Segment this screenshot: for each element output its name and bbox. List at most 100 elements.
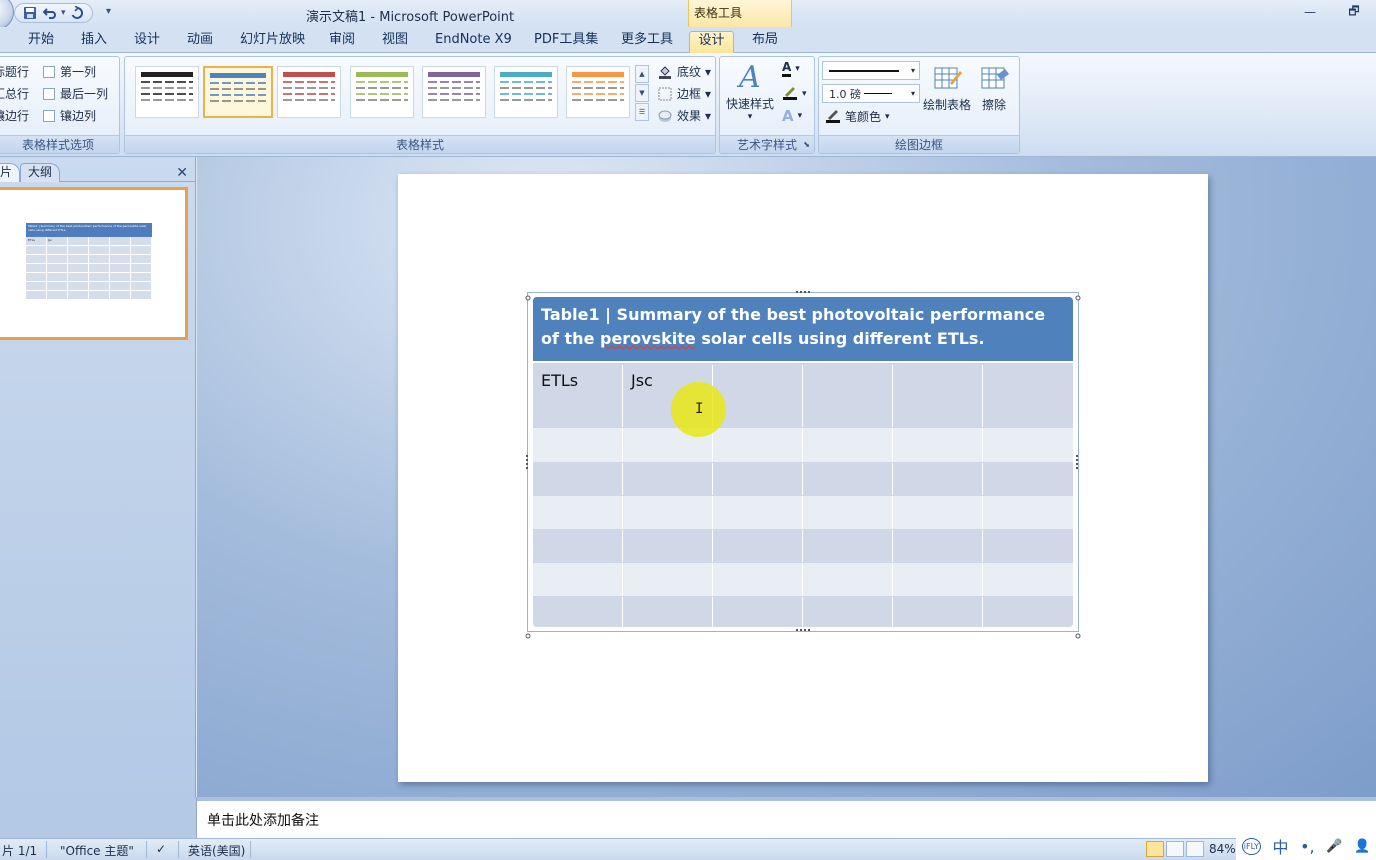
text-effects-button[interactable]: A ▾: [782, 107, 802, 125]
tab-slides[interactable]: 片: [0, 163, 21, 182]
table-cell[interactable]: [983, 597, 1073, 627]
table-style-thumb[interactable]: [277, 66, 341, 118]
table-cell[interactable]: [803, 365, 893, 427]
resize-handle[interactable]: [525, 628, 531, 639]
minimize-button[interactable]: —: [1288, 0, 1332, 24]
table-cell[interactable]: [983, 563, 1073, 596]
table-cell[interactable]: [623, 597, 713, 627]
checkbox[interactable]: [43, 65, 55, 78]
notes-pane[interactable]: 单击此处添加备注: [197, 797, 1376, 838]
slide-sorter-icon[interactable]: [1166, 841, 1184, 857]
table-cell[interactable]: [803, 496, 893, 529]
table-style-thumb[interactable]: [350, 66, 414, 118]
table-style-thumb[interactable]: [203, 66, 273, 118]
option-last-column[interactable]: 最后一列: [43, 85, 108, 102]
table-cell[interactable]: [713, 563, 803, 596]
table-style-thumb[interactable]: [135, 66, 199, 118]
table-cell[interactable]: [533, 597, 623, 627]
tab-review[interactable]: 审阅: [325, 31, 359, 53]
table-cell[interactable]: [893, 428, 983, 462]
dialog-launcher-icon[interactable]: ⬊: [803, 136, 810, 154]
pen-color-button[interactable]: 笔颜色 ▾: [825, 107, 890, 126]
eraser-button[interactable]: 擦除: [979, 63, 1009, 113]
draw-table-button[interactable]: 绘制表格: [923, 63, 971, 113]
zoom-level[interactable]: 84%: [1209, 842, 1236, 856]
tab-view[interactable]: 视图: [378, 31, 412, 53]
table-cell[interactable]: [713, 597, 803, 627]
table-cell[interactable]: [533, 463, 623, 495]
redo-icon[interactable]: [68, 5, 86, 21]
office-button[interactable]: [0, 0, 14, 30]
table-title-cell[interactable]: Table1 | Summary of the best photovoltai…: [533, 297, 1073, 363]
close-icon[interactable]: ✕: [176, 165, 188, 181]
punctuation-icon[interactable]: •,: [1300, 837, 1315, 856]
table-cell[interactable]: [713, 463, 803, 495]
borders-button[interactable]: 边框 ▾: [657, 85, 711, 102]
gallery-up-icon[interactable]: ▲: [635, 65, 649, 83]
slideshow-view-icon[interactable]: [1186, 841, 1204, 857]
text-outline-button[interactable]: ▾: [782, 84, 807, 103]
table-style-thumb[interactable]: [494, 66, 558, 118]
save-icon[interactable]: [21, 5, 39, 21]
theme-name[interactable]: "Office 主题": [60, 842, 134, 859]
customize-qat-icon[interactable]: ▾: [106, 6, 111, 17]
table-cell[interactable]: [893, 496, 983, 529]
quick-styles-button[interactable]: A 快速样式 ▾: [726, 61, 774, 123]
table-cell[interactable]: [983, 463, 1073, 495]
tab-slideshow[interactable]: 幻灯片放映: [236, 31, 309, 53]
checkbox[interactable]: [43, 109, 55, 122]
option-total-row[interactable]: 汇总行: [0, 85, 29, 102]
table-cell[interactable]: [893, 365, 983, 427]
table-cell[interactable]: [893, 463, 983, 495]
text-fill-button[interactable]: A ▾: [782, 61, 800, 77]
tab-design[interactable]: 设计: [130, 31, 164, 53]
resize-handle[interactable]: [525, 290, 531, 301]
table-cell[interactable]: [623, 530, 713, 562]
table-cell[interactable]: [803, 428, 893, 462]
language-indicator[interactable]: 英语(美国): [188, 842, 245, 859]
table-cell[interactable]: ETLs: [533, 365, 623, 427]
tab-outline[interactable]: 大纲: [20, 163, 61, 182]
table-cell[interactable]: [803, 563, 893, 596]
option-first-column[interactable]: 第一列: [43, 63, 96, 80]
table-cell[interactable]: [533, 496, 623, 529]
table-cell[interactable]: [893, 563, 983, 596]
tab-more-tools[interactable]: 更多工具: [617, 31, 677, 53]
table-cell[interactable]: [803, 530, 893, 562]
table-cell[interactable]: [623, 496, 713, 529]
tab-table-design[interactable]: 设计: [689, 31, 734, 53]
table-cell[interactable]: [803, 463, 893, 495]
tab-insert[interactable]: 插入: [77, 31, 111, 53]
option-header-row[interactable]: 标题行: [0, 63, 29, 80]
table-cell[interactable]: [713, 530, 803, 562]
resize-handle[interactable]: [1075, 290, 1081, 301]
microphone-icon[interactable]: 🎤: [1326, 839, 1342, 854]
tab-animations[interactable]: 动画: [183, 31, 217, 53]
table-cell[interactable]: [713, 496, 803, 529]
table-style-thumb[interactable]: [422, 66, 486, 118]
pen-style-select[interactable]: ▾: [822, 61, 920, 80]
pen-weight-select[interactable]: 1.0 磅 ▾: [822, 84, 920, 103]
tab-endnote[interactable]: EndNote X9: [431, 31, 516, 53]
gallery-more-icon[interactable]: ☰: [635, 103, 649, 121]
table-style-thumb[interactable]: [566, 66, 630, 118]
table-cell[interactable]: [983, 496, 1073, 529]
effects-button[interactable]: 效果 ▾: [657, 107, 711, 124]
table-cell[interactable]: [983, 365, 1073, 427]
option-banded-columns[interactable]: 镶边列: [43, 107, 96, 124]
tab-home[interactable]: 开始: [24, 31, 58, 53]
gallery-down-icon[interactable]: ▼: [635, 84, 649, 102]
table-cell[interactable]: [983, 428, 1073, 462]
table-cell[interactable]: [623, 563, 713, 596]
tab-table-layout[interactable]: 布局: [748, 31, 782, 53]
table-cell[interactable]: [533, 563, 623, 596]
table-cell[interactable]: [533, 530, 623, 562]
resize-handle-top[interactable]: [796, 291, 810, 295]
table-cell[interactable]: [893, 530, 983, 562]
table-cell[interactable]: [893, 597, 983, 627]
resize-handle-left[interactable]: [526, 455, 530, 469]
table-cell[interactable]: [983, 530, 1073, 562]
slide-thumbnail-1[interactable]: Table1 | Summary of the best photovoltai…: [0, 187, 188, 340]
table-cell[interactable]: [803, 597, 893, 627]
user-icon[interactable]: 👤: [1354, 839, 1370, 854]
